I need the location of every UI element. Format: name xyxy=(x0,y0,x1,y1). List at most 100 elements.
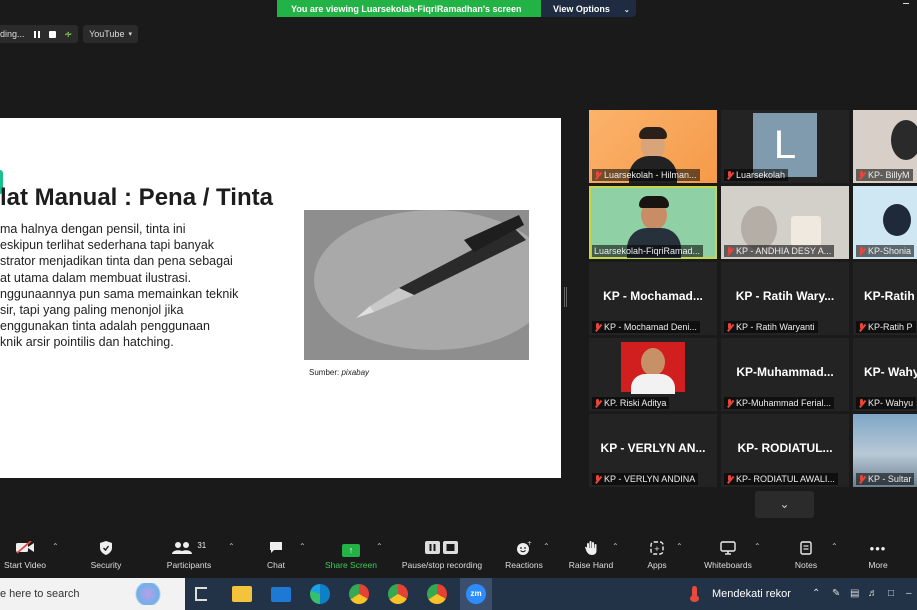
caret-up-icon: ⌃ xyxy=(543,542,550,551)
weather-text[interactable]: Mendekati rekor xyxy=(712,588,791,600)
mic-muted-icon xyxy=(726,246,733,256)
tile-big-name: KP-Muhammad... xyxy=(736,365,834,379)
share-screen-button[interactable]: ↑ Share Screen xyxy=(322,532,380,578)
more-dots-icon: ••• xyxy=(869,541,887,556)
video-tile[interactable]: KP-Ratih KP-Ratih P xyxy=(853,262,917,335)
edge-browser-icon[interactable] xyxy=(310,584,330,604)
video-tile[interactable]: L Luarsekolah xyxy=(721,110,849,183)
volume-icon[interactable]: ♬ xyxy=(868,588,878,599)
video-tile[interactable]: KP - VERLYN AN... KP - VERLYN ANDINA xyxy=(589,414,717,487)
stop-icon[interactable] xyxy=(48,30,56,38)
caret-up-icon: ⌃ xyxy=(299,542,306,551)
tile-name: KP. Riski Aditya xyxy=(592,397,670,409)
more-button[interactable]: ••• More xyxy=(862,532,894,578)
participants-button[interactable]: 31 Participants xyxy=(162,532,216,578)
zoom-app-icon[interactable]: zm xyxy=(460,578,492,610)
youtube-dropdown[interactable]: YouTube ▾ xyxy=(83,25,138,43)
tray-overflow-icon[interactable]: ⌃ xyxy=(812,588,820,599)
security-button[interactable]: Security xyxy=(85,532,127,578)
weather-icon[interactable] xyxy=(688,586,702,602)
share-caret[interactable]: ⌃ xyxy=(374,532,386,578)
tile-big-name: KP- Wahy xyxy=(864,365,917,379)
tile-name: KP - Mochamad Deni... xyxy=(592,321,700,333)
reactions-caret[interactable]: ⌃ xyxy=(541,532,553,578)
video-tile[interactable]: KP- RODIATUL... KP- RODIATUL AWALI... xyxy=(721,414,849,487)
caret-up-icon: ⌃ xyxy=(376,542,383,551)
tile-big-name: KP - VERLYN AN... xyxy=(600,441,706,455)
whiteboard-icon xyxy=(699,532,757,555)
participants-count: 31 xyxy=(197,541,207,550)
tile-big-name: KP- RODIATUL... xyxy=(737,441,833,455)
mail-icon[interactable] xyxy=(271,587,291,602)
slide-body-line: strator menjadikan tinta dan pena sebaga… xyxy=(0,254,233,269)
video-tile-active-speaker[interactable]: Luarsekolah-FiqriRamad... xyxy=(589,186,717,259)
tile-name: KP- RODIATUL AWALI... xyxy=(724,473,838,485)
tile-big-name: KP-Ratih xyxy=(864,289,915,303)
chat-button[interactable]: Chat xyxy=(261,532,291,578)
pause-icon[interactable] xyxy=(33,30,40,38)
video-tile[interactable]: KP - ANDHIA DESY A... xyxy=(721,186,849,259)
tile-name: KP-Ratih P xyxy=(856,321,916,333)
video-tile[interactable]: KP - Mochamad... KP - Mochamad Deni... xyxy=(589,262,717,335)
raise-hand-caret[interactable]: ⌃ xyxy=(610,532,622,578)
video-tile[interactable]: Luarsekolah - Hilman... xyxy=(589,110,717,183)
mic-muted-icon xyxy=(594,398,601,408)
pen-icon[interactable]: ✎ xyxy=(832,588,840,599)
mic-muted-icon xyxy=(594,322,601,332)
chat-icon xyxy=(261,532,291,554)
tile-name: Luarsekolah - Hilman... xyxy=(592,169,700,181)
caret-up-icon: ⌃ xyxy=(754,542,761,551)
file-explorer-icon[interactable] xyxy=(232,586,252,602)
view-options-button[interactable]: View Options ⌄ xyxy=(541,0,636,17)
task-view-icon[interactable] xyxy=(195,587,207,601)
search-placeholder: e here to search xyxy=(0,588,80,600)
gallery-next-page-button[interactable]: ⌄ xyxy=(755,491,814,518)
os-taskbar: e here to search zm Mendekati rekor ⌃ ✎ … xyxy=(0,578,917,610)
participants-icon: 31 xyxy=(162,532,216,554)
whiteboards-caret[interactable]: ⌃ xyxy=(752,532,764,578)
whiteboards-button[interactable]: Whiteboards xyxy=(699,532,757,578)
shield-icon xyxy=(85,532,127,555)
split-view-handle[interactable] xyxy=(564,287,567,307)
video-tile[interactable]: KP - Ratih Wary... KP - Ratih Waryanti xyxy=(721,262,849,335)
notes-caret[interactable]: ⌃ xyxy=(829,532,841,578)
participants-caret[interactable]: ⌃ xyxy=(226,532,238,578)
start-video-button[interactable]: Start Video xyxy=(0,532,50,578)
minimize-icon[interactable] xyxy=(903,3,909,4)
slide-body: ma halnya dengan pensil, tinta ini eskip… xyxy=(0,221,253,351)
caret-up-icon: ⌃ xyxy=(831,542,838,551)
video-tile[interactable]: KP-Shonia xyxy=(853,186,917,259)
chrome-icon[interactable] xyxy=(349,584,369,604)
apps-caret[interactable]: ⌃ xyxy=(674,532,686,578)
reactions-button[interactable]: + Reactions xyxy=(502,532,546,578)
chrome-profile-icon[interactable] xyxy=(388,584,408,604)
battery-icon[interactable]: □ xyxy=(888,588,894,599)
mic-muted-icon xyxy=(594,170,601,180)
video-tile[interactable]: KP- Wahy KP- Wahyu xyxy=(853,338,917,411)
recording-bar: ding... ∻ YouTube ▾ xyxy=(0,25,138,43)
video-tile[interactable]: KP - Sultar xyxy=(853,414,917,487)
youtube-label: YouTube xyxy=(89,29,125,39)
taskbar-search-box[interactable]: e here to search xyxy=(0,578,185,610)
ime-icon[interactable]: – xyxy=(906,588,912,599)
tile-name: Luarsekolah xyxy=(724,169,789,181)
caret-up-icon: ⌃ xyxy=(676,542,683,551)
svg-text:+: + xyxy=(527,541,532,547)
video-tile[interactable]: KP- BillyM xyxy=(853,110,917,183)
network-icon[interactable]: ▤ xyxy=(850,588,859,599)
notes-button[interactable]: Notes xyxy=(788,532,824,578)
slide-title: lat Manual : Pena / Tinta xyxy=(0,184,273,211)
chrome-profile-icon[interactable] xyxy=(427,584,447,604)
video-tile[interactable]: KP. Riski Aditya xyxy=(589,338,717,411)
pause-stop-recording-button[interactable]: Pause/stop recording xyxy=(394,532,490,578)
slide-body-line: ma halnya dengan pensil, tinta ini xyxy=(0,222,186,236)
video-options-caret[interactable]: ⌃ xyxy=(50,532,62,578)
tile-name: Luarsekolah-FiqriRamad... xyxy=(592,245,704,257)
video-tile[interactable]: KP-Muhammad... KP-Muhammad Ferial... xyxy=(721,338,849,411)
chat-caret[interactable]: ⌃ xyxy=(297,532,309,578)
tile-name: KP- Wahyu xyxy=(856,397,917,409)
shared-slide: lat Manual : Pena / Tinta ma halnya deng… xyxy=(0,118,561,478)
caret-down-icon: ▾ xyxy=(128,31,132,38)
chevron-down-icon: ⌄ xyxy=(779,497,790,511)
apps-button[interactable]: + Apps xyxy=(640,532,674,578)
